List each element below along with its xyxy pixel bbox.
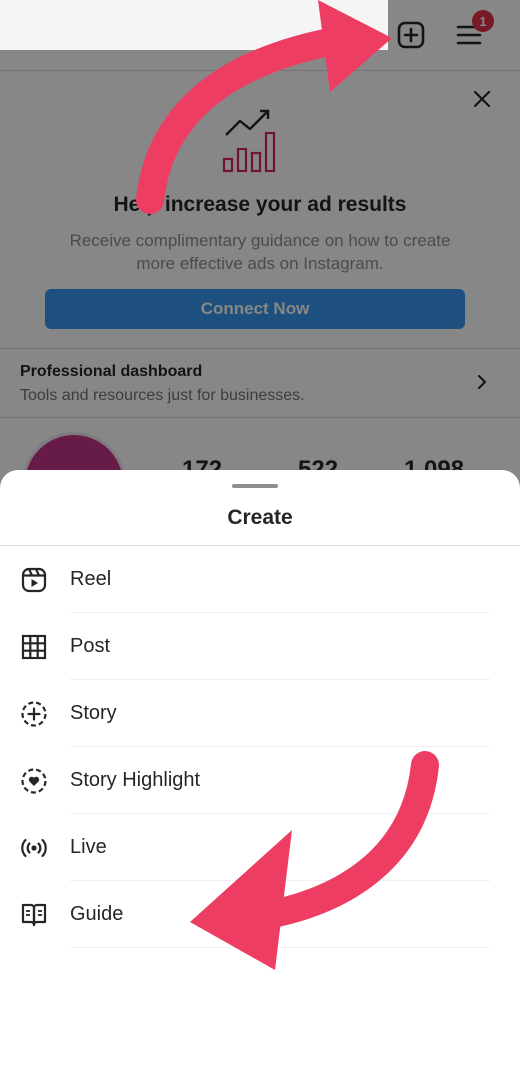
reel-icon [20, 566, 48, 594]
create-option-guide[interactable]: Guide [0, 881, 520, 948]
option-label: Guide [70, 903, 124, 925]
create-option-post[interactable]: Post [0, 613, 520, 680]
divider [70, 947, 490, 948]
create-option-story[interactable]: Story [0, 680, 520, 747]
story-add-icon [20, 700, 48, 728]
option-label: Post [70, 635, 111, 657]
create-bottom-sheet: Create Reel Post Story Story Highlight L… [0, 470, 520, 1080]
live-broadcast-icon [20, 834, 48, 862]
create-option-reel[interactable]: Reel [0, 546, 520, 613]
option-label: Story Highlight [70, 769, 201, 791]
option-label: Live [70, 836, 107, 858]
grid-icon [20, 633, 48, 661]
sheet-grabber[interactable] [232, 484, 278, 488]
sheet-title: Create [227, 506, 293, 529]
highlight-strip [0, 0, 388, 50]
story-highlight-icon [20, 767, 48, 795]
guide-book-icon [20, 901, 48, 929]
option-label: Reel [70, 568, 112, 590]
option-label: Story [70, 702, 117, 724]
create-option-story-highlight[interactable]: Story Highlight [0, 747, 520, 814]
create-option-live[interactable]: Live [0, 814, 520, 881]
create-options-list: Reel Post Story Story Highlight Live Gui… [0, 546, 520, 948]
